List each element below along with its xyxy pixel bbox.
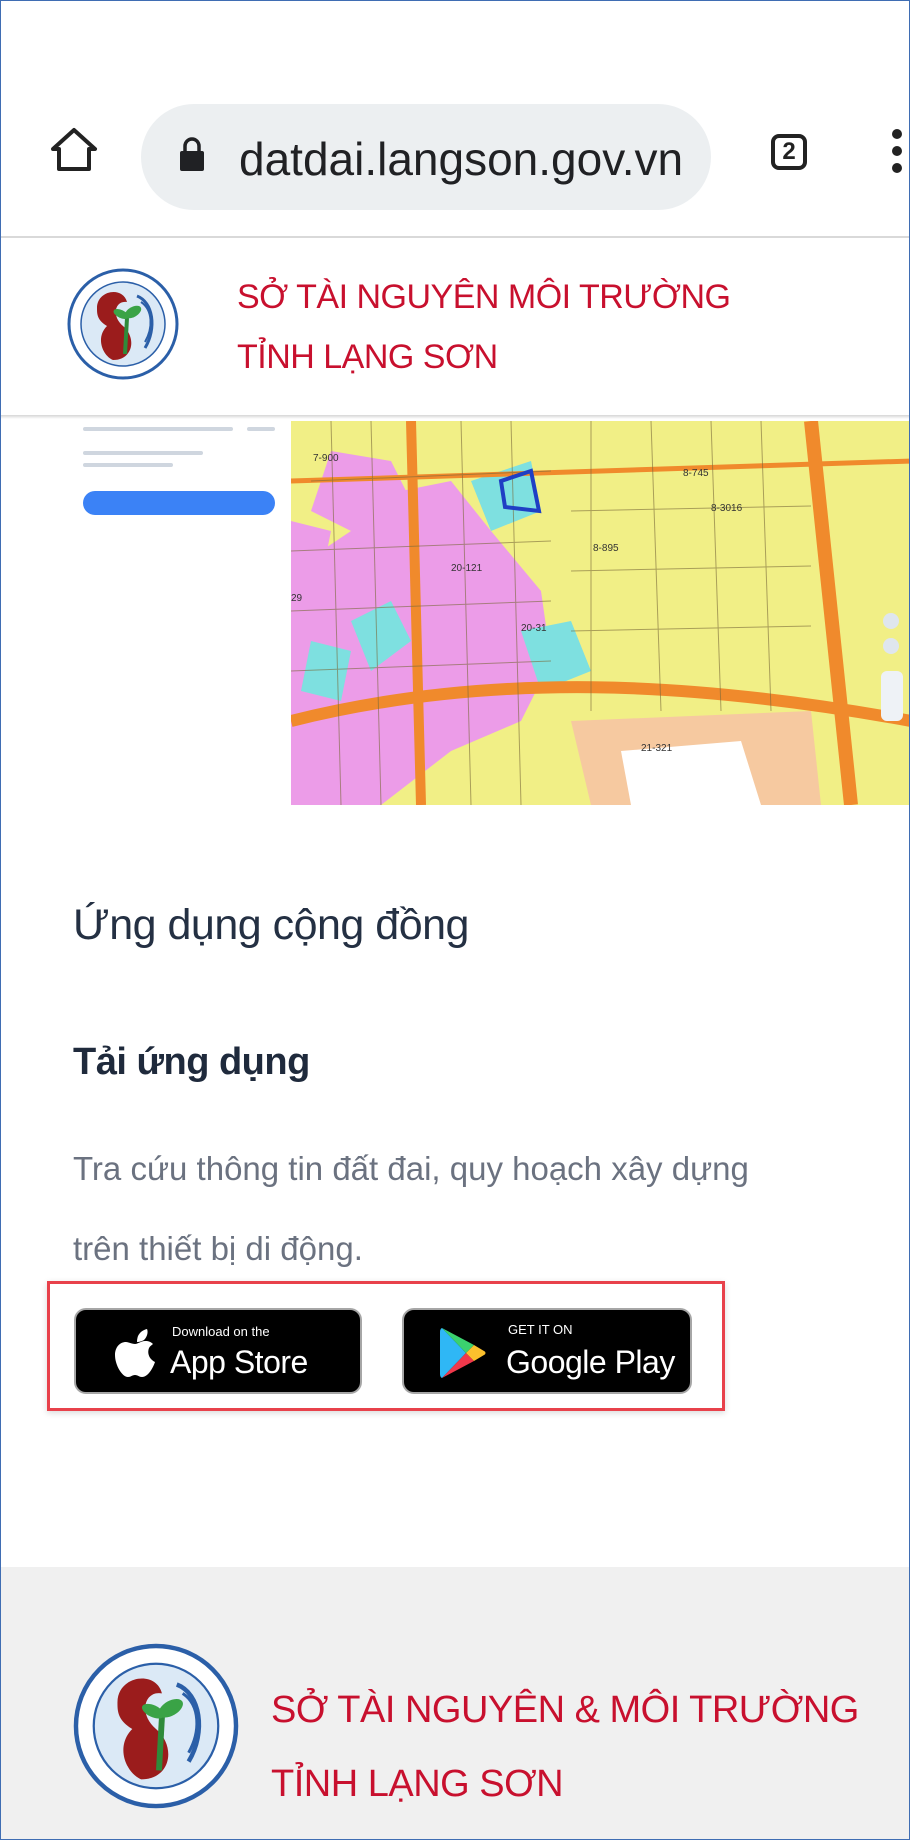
address-bar[interactable]: datdai.langson.gov.vn [141, 104, 711, 210]
google-play-button[interactable]: GET IT ON Google Play [402, 1308, 692, 1394]
app-store-button[interactable]: Download on the App Store [74, 1308, 362, 1394]
org-name-line2: TỈNH LẠNG SƠN [237, 338, 498, 376]
tab-switcher-button[interactable]: 2 [771, 134, 807, 170]
parcel-label: 8-895 [593, 543, 619, 554]
org-name-line1: SỞ TÀI NGUYÊN MÔI TRƯỜNG [237, 278, 731, 316]
header-shadow [1, 415, 909, 419]
parcel-label: 7-900 [313, 453, 339, 464]
site-footer: SỞ TÀI NGUYÊN & MÔI TRƯỜNG TỈNH LẠNG SƠN [1, 1567, 909, 1839]
map-side-panel [71, 421, 281, 531]
url-text: datdai.langson.gov.vn [239, 133, 684, 185]
parcel-label: 29 [291, 593, 303, 604]
gplay-big-text: Google Play [506, 1344, 675, 1380]
parcel-label: 20-121 [451, 563, 483, 574]
apple-icon [115, 1329, 155, 1377]
parcel-label: 8-3016 [711, 503, 743, 514]
site-header: SỞ TÀI NGUYÊN MÔI TRƯỜNG TỈNH LẠNG SƠN [1, 238, 909, 418]
google-play-icon [440, 1328, 486, 1378]
tab-count: 2 [782, 138, 796, 165]
footer-ministry-logo [73, 1643, 239, 1809]
appstore-small-text: Download on the [172, 1324, 270, 1339]
home-icon[interactable] [49, 125, 99, 175]
map-search-button [83, 491, 275, 515]
description-line1: Tra cứu thông tin đất đai, quy hoạch xây… [73, 1150, 749, 1187]
ministry-logo[interactable] [67, 268, 179, 380]
parcel-label: 20-31 [521, 623, 547, 634]
lock-icon [180, 137, 204, 171]
footer-org-line1: SỞ TÀI NGUYÊN & MÔI TRƯỜNG [271, 1689, 859, 1731]
browser-toolbar: datdai.langson.gov.vn 2 [1, 1, 909, 238]
gplay-small-text: GET IT ON [508, 1322, 573, 1337]
parcel-label: 21-321 [641, 743, 673, 754]
parcel-label: 8-745 [683, 468, 709, 479]
download-title: Tải ứng dụng [73, 1041, 310, 1083]
description-line2: trên thiết bị di động. [73, 1230, 363, 1267]
appstore-big-text: App Store [170, 1344, 308, 1380]
store-badges-highlight: Download on the App Store GET IT ON Goog… [47, 1281, 725, 1411]
app-description: Tra cứu thông tin đất đai, quy hoạch xây… [73, 1129, 909, 1289]
land-parcel-map: 7-900 8-745 8-3016 8-895 20-121 20-31 29… [291, 421, 909, 805]
footer-org-line2: TỈNH LẠNG SƠN [271, 1763, 564, 1805]
more-vert-icon[interactable] [885, 129, 909, 189]
mobile-screen: datdai.langson.gov.vn 2 SỞ TÀI NGUYÊN MÔ… [0, 0, 910, 1840]
section-title: Ứng dụng cộng đồng [73, 901, 469, 949]
